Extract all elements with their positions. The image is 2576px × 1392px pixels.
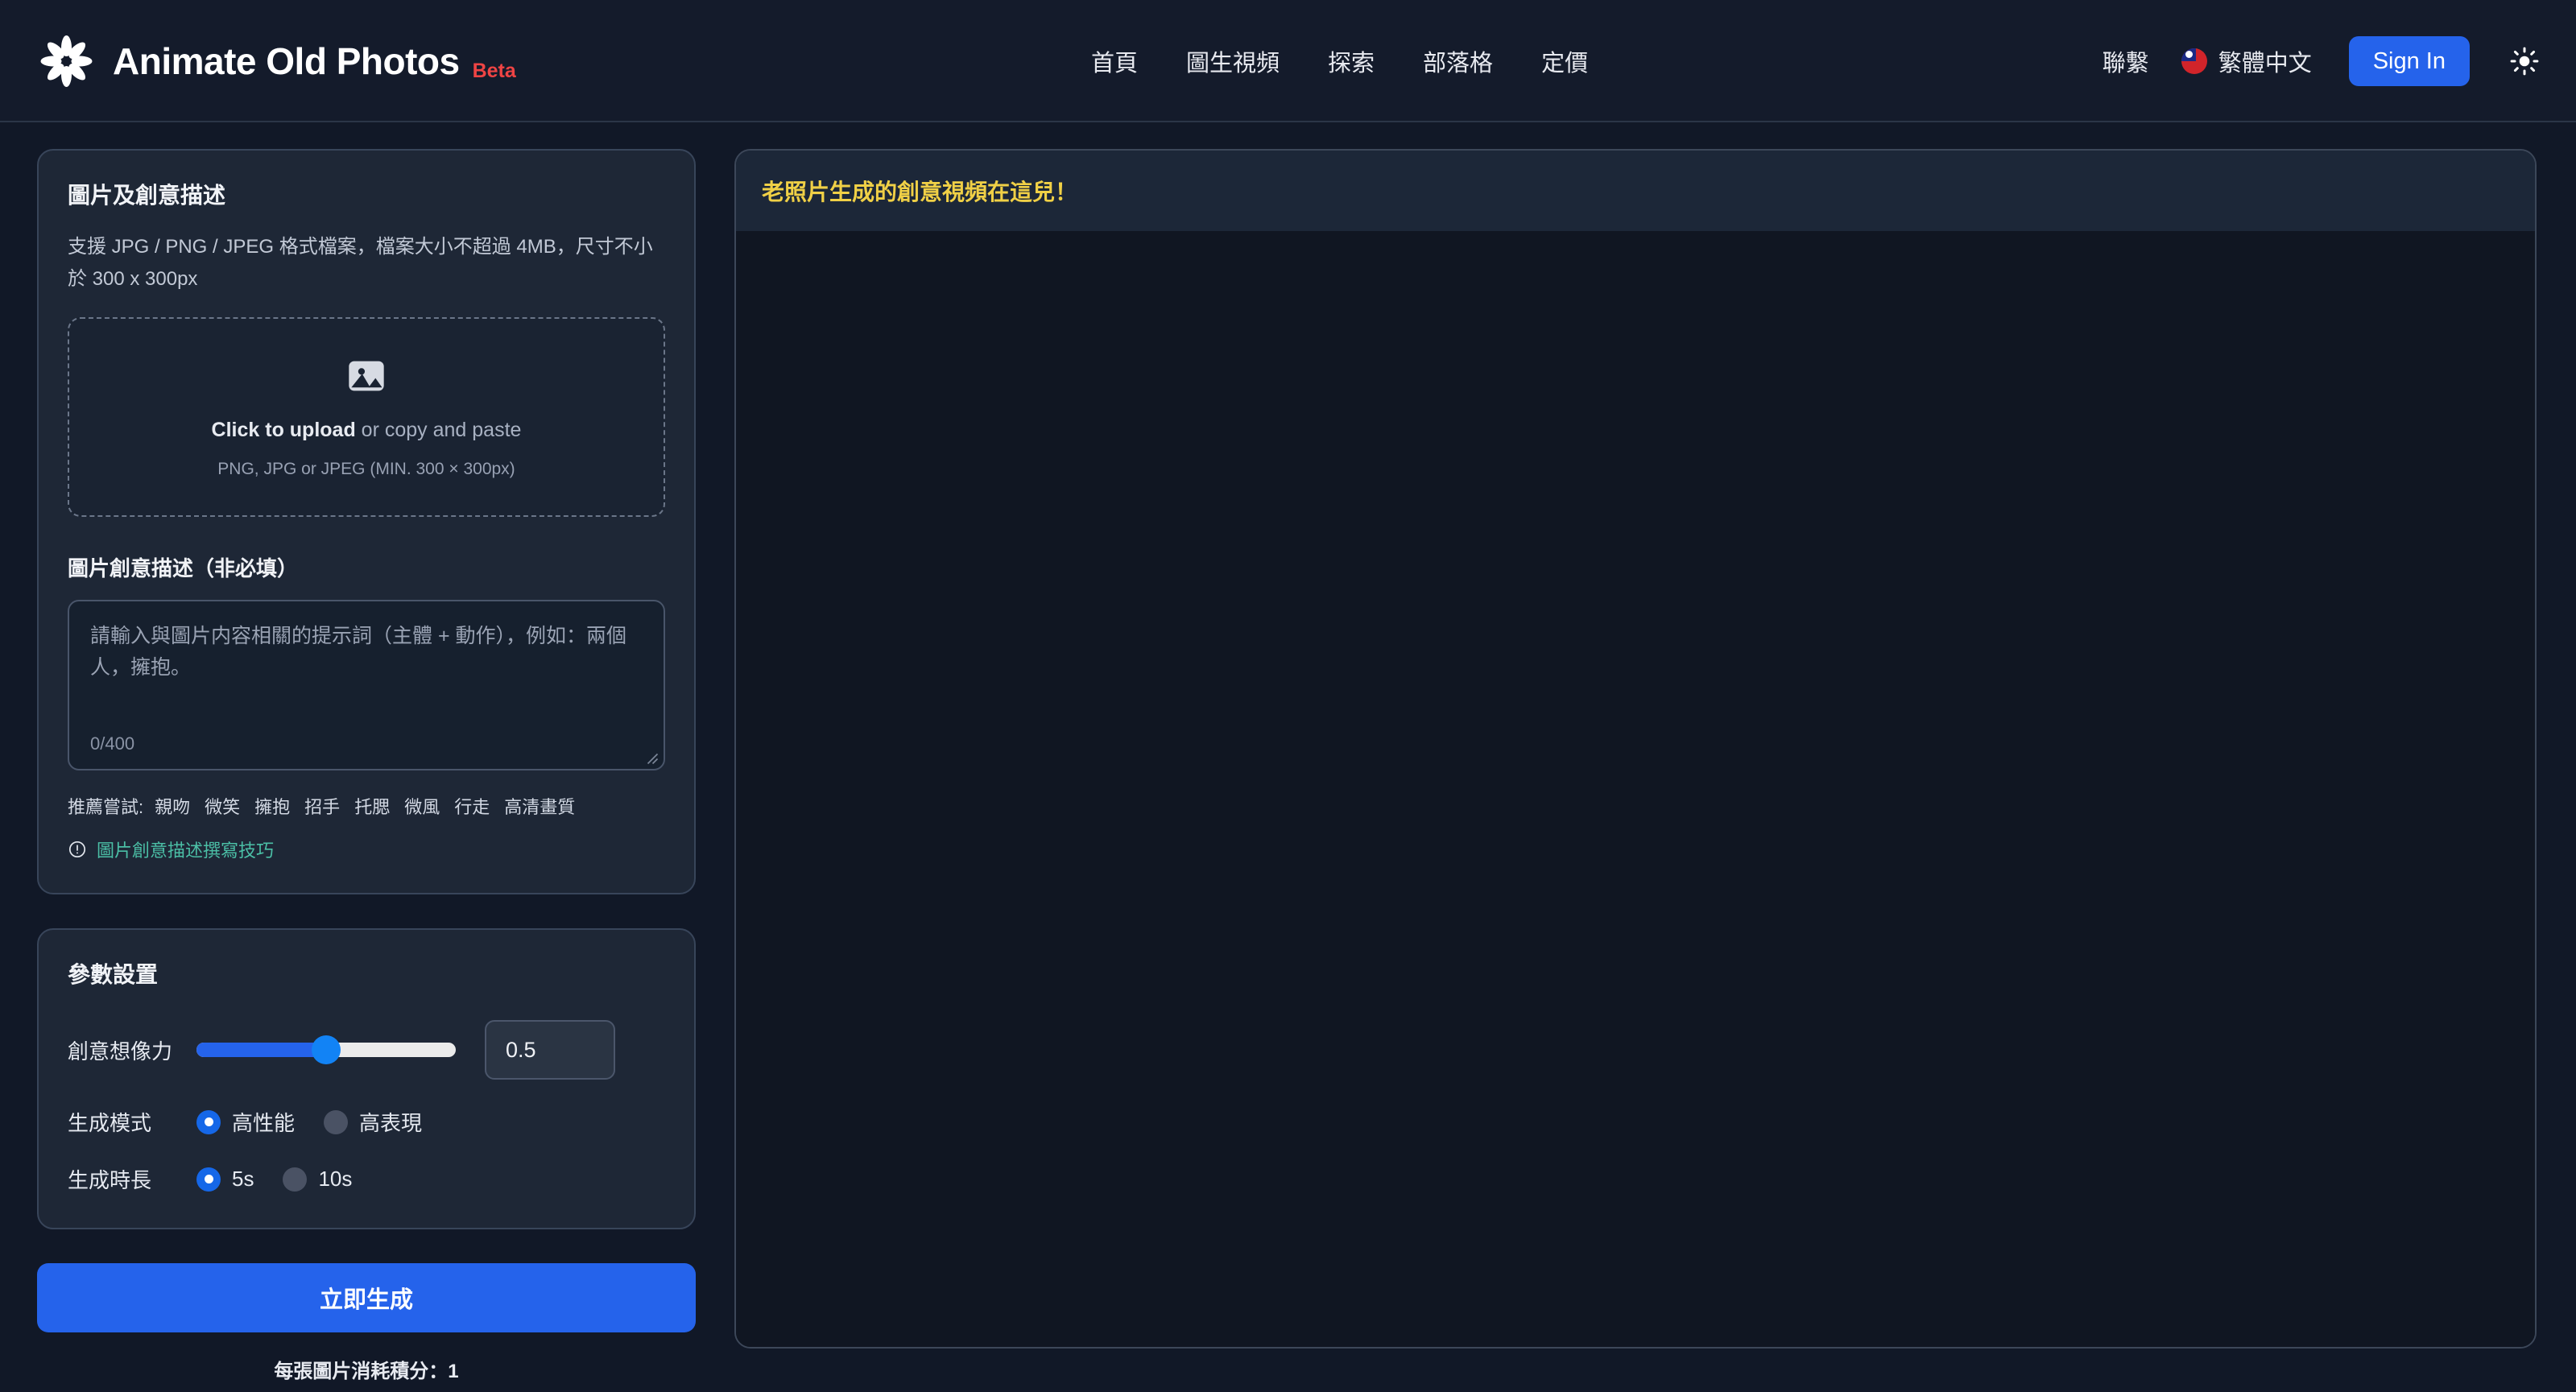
suggestion-chip-1[interactable]: 微笑 [205, 793, 240, 819]
sign-in-button[interactable]: Sign In [2348, 36, 2470, 86]
language-label: 繁體中文 [2218, 51, 2312, 76]
nav-item-explore[interactable]: 探索 [1328, 44, 1375, 78]
dropzone-secondary-text: PNG, JPG or JPEG (MIN. 300 × 300px) [217, 460, 515, 479]
nav-item-blog[interactable]: 部落格 [1423, 44, 1493, 78]
app-header: Animate Old Photos Beta 首頁 圖生視頻 探索 部落格 定… [0, 0, 2576, 122]
radio-icon-unselected [283, 1167, 308, 1192]
taiwan-flag-icon [2181, 48, 2207, 74]
result-panel: 老照片生成的創意視頻在這兒！ [734, 149, 2537, 1349]
dropzone-primary-strong: Click to upload [211, 419, 356, 442]
duration-option-0-label: 5s [232, 1167, 254, 1192]
mode-option-quality[interactable]: 高表現 [324, 1107, 422, 1137]
main-nav: 首頁 圖生視頻 探索 部落格 定價 [1091, 0, 1588, 122]
left-column: 圖片及創意描述 支援 JPG / PNG / JPEG 格式檔案，檔案大小不超過… [37, 149, 696, 1383]
suggestion-list: 推薦嘗試: 親吻 微笑 擁抱 招手 托腮 微風 行走 高清畫質 [68, 793, 665, 819]
suggestion-chip-3[interactable]: 招手 [304, 793, 340, 819]
suggestion-chip-0[interactable]: 親吻 [155, 793, 190, 819]
image-placeholder-icon [345, 355, 387, 401]
flower-logo-icon [40, 35, 92, 87]
mode-label: 生成模式 [68, 1111, 152, 1136]
prompt-placeholder: 請輸入與圖片内容相關的提示詞（主體 + 動作），例如：兩個人，擁抱。 [90, 625, 626, 679]
dropzone-primary-rest: or copy and paste [355, 419, 522, 442]
duration-label: 生成時長 [68, 1168, 152, 1193]
params-card: 參數設置 創意想像力 0.5 生成模式 高性能 高表現 生成時長 5s 10s [37, 928, 696, 1230]
imagination-slider[interactable] [196, 1035, 456, 1065]
sun-icon[interactable] [2502, 39, 2547, 84]
generate-button[interactable]: 立即生成 [37, 1263, 696, 1333]
language-selector[interactable]: 繁體中文 [2181, 44, 2312, 78]
suggestions-label: 推薦嘗試: [68, 797, 144, 818]
duration-option-10s[interactable]: 10s [283, 1167, 352, 1192]
nav-item-img2video[interactable]: 圖生視頻 [1186, 44, 1280, 78]
params-card-title: 參數設置 [68, 962, 159, 988]
mode-option-0-label: 高性能 [232, 1111, 296, 1136]
brand-logo[interactable]: Animate Old Photos Beta [40, 0, 516, 122]
prompt-char-counter: 0/400 [90, 733, 135, 754]
upload-card: 圖片及創意描述 支援 JPG / PNG / JPEG 格式檔案，檔案大小不超過… [37, 149, 696, 895]
upload-card-subtitle: 支援 JPG / PNG / JPEG 格式檔案，檔案大小不超過 4MB，尺寸不… [68, 236, 653, 290]
suggestion-chip-7[interactable]: 高清畫質 [504, 793, 575, 819]
radio-icon-unselected [324, 1109, 349, 1134]
radio-icon-selected [196, 1109, 221, 1134]
prompt-tips-link[interactable]: 圖片創意描述撰寫技巧 [97, 836, 274, 862]
prompt-tips-link-row[interactable]: 圖片創意描述撰寫技巧 [68, 836, 665, 862]
duration-option-1-label: 10s [318, 1167, 353, 1192]
image-dropzone[interactable]: Click to upload or copy and paste PNG, J… [68, 317, 665, 518]
credit-note: 每張圖片消耗積分：1 [274, 1361, 459, 1383]
result-panel-title: 老照片生成的創意視頻在這兒！ [762, 180, 1078, 204]
prompt-field-label: 圖片創意描述（非必填） [68, 556, 299, 581]
prompt-textarea[interactable]: 請輸入與圖片内容相關的提示詞（主體 + 動作），例如：兩個人，擁抱。 0/400 [68, 600, 665, 771]
dropzone-primary-text: Click to upload or copy and paste [212, 419, 522, 442]
brand-title: Animate Old Photos [113, 40, 460, 82]
header-actions: 聯繫 繁體中文 Sign In [2103, 0, 2547, 122]
page-content: 圖片及創意描述 支援 JPG / PNG / JPEG 格式檔案，檔案大小不超過… [0, 122, 2576, 1392]
mode-option-performance[interactable]: 高性能 [196, 1107, 295, 1137]
param-row-mode: 生成模式 高性能 高表現 [68, 1107, 665, 1137]
param-row-imagination: 創意想像力 0.5 [68, 1020, 665, 1080]
mode-option-1-label: 高表現 [359, 1111, 423, 1136]
resize-handle-icon[interactable] [644, 750, 659, 765]
suggestion-chip-6[interactable]: 行走 [454, 793, 490, 819]
contact-link[interactable]: 聯繫 [2103, 44, 2149, 78]
imagination-label: 創意想像力 [68, 1039, 173, 1064]
duration-option-5s[interactable]: 5s [196, 1167, 254, 1192]
param-row-duration: 生成時長 5s 10s [68, 1164, 665, 1194]
info-circle-icon [68, 841, 86, 858]
nav-item-pricing[interactable]: 定價 [1541, 44, 1588, 78]
beta-badge: Beta [472, 60, 516, 82]
result-panel-header: 老照片生成的創意視頻在這兒！ [736, 151, 2535, 231]
nav-item-home[interactable]: 首頁 [1091, 44, 1138, 78]
suggestion-chip-4[interactable]: 托腮 [354, 793, 390, 819]
result-panel-body [736, 231, 2535, 1347]
imagination-value-input[interactable]: 0.5 [485, 1020, 615, 1080]
suggestion-chip-5[interactable]: 微風 [404, 793, 440, 819]
upload-card-title: 圖片及創意描述 [68, 183, 226, 208]
suggestion-chip-2[interactable]: 擁抱 [254, 793, 290, 819]
radio-icon-selected [196, 1167, 221, 1192]
